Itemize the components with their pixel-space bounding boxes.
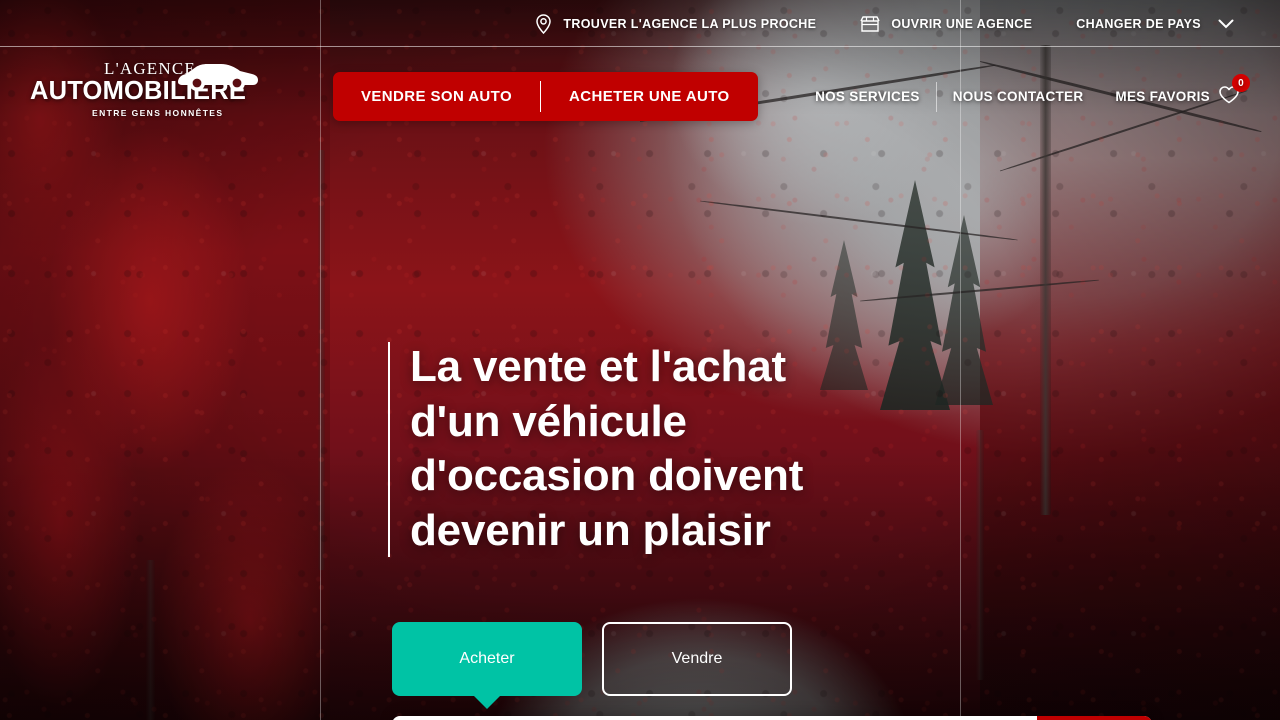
nav-link-favorites[interactable]: MES FAVORIS 0 [1099, 74, 1256, 112]
toggle-buy[interactable]: Acheter [392, 622, 582, 696]
sell-car-button[interactable]: VENDRE SON AUTO [333, 72, 540, 121]
vehicle-search-card[interactable] [392, 716, 1152, 720]
top-link-label: TROUVER L'AGENCE LA PLUS PROCHE [563, 16, 817, 31]
logo-line-tagline: ENTRE GENS HONNÊTES [92, 108, 224, 118]
primary-action-pill: VENDRE SON AUTO ACHETER UNE AUTO [333, 72, 758, 121]
chevron-down-icon [1218, 19, 1234, 29]
top-link-find-agency[interactable]: TROUVER L'AGENCE LA PLUS PROCHE [513, 0, 838, 47]
top-link-change-country[interactable]: CHANGER DE PAYS [1054, 0, 1256, 47]
hero-mode-toggle-group: Acheter Vendre [392, 622, 792, 696]
search-submit-button[interactable] [1037, 716, 1152, 720]
headline-accent-rule [388, 342, 390, 557]
hero-headline-block: La vente et l'achat d'un véhicule d'occa… [388, 340, 803, 558]
top-link-label: OUVRIR UNE AGENCE [891, 16, 1033, 31]
favorites-count-badge: 0 [1232, 74, 1250, 92]
site-logo[interactable]: L'AGENCE AUTOMOBILIÈRE ENTRE GENS HONNÊT… [30, 59, 258, 119]
car-silhouette-icon [174, 55, 258, 100]
buy-car-button[interactable]: ACHETER UNE AUTO [541, 72, 758, 121]
page-title: La vente et l'achat d'un véhicule d'occa… [410, 342, 804, 555]
nav-link-services[interactable]: NOS SERVICES [799, 82, 936, 112]
toggle-sell[interactable]: Vendre [602, 622, 792, 696]
top-link-open-agency[interactable]: OUVRIR UNE AGENCE [838, 0, 1054, 47]
map-pin-icon [535, 13, 552, 34]
site-header: L'AGENCE AUTOMOBILIÈRE ENTRE GENS HONNÊT… [0, 47, 1280, 132]
top-utility-bar: TROUVER L'AGENCE LA PLUS PROCHE OUVRIR U… [0, 0, 1280, 47]
storefront-icon [860, 15, 880, 33]
favorites-icon-wrapper: 0 [1218, 74, 1250, 108]
nav-link-contact[interactable]: NOUS CONTACTER [937, 82, 1100, 112]
secondary-navigation: NOS SERVICES NOUS CONTACTER MES FAVORIS … [799, 72, 1256, 121]
nav-link-favorites-label: MES FAVORIS [1115, 89, 1210, 104]
top-link-label: CHANGER DE PAYS [1076, 16, 1201, 31]
